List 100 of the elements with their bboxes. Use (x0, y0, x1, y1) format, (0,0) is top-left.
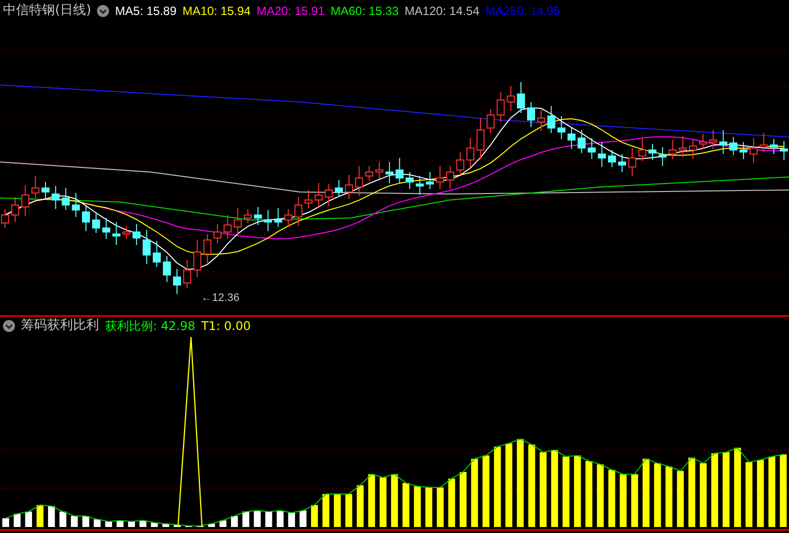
candlestick (355, 166, 364, 196)
candlestick (739, 142, 748, 160)
chart-bar (608, 470, 616, 527)
candlestick (304, 190, 313, 208)
candlestick (62, 188, 70, 210)
candlestick (173, 268, 182, 294)
chart-bar (666, 466, 672, 527)
low-price-label: ←12.36 (201, 291, 240, 306)
chart-bar (82, 516, 90, 527)
candlestick (699, 134, 708, 150)
candlestick (496, 92, 505, 122)
candlestick (375, 162, 384, 180)
chart-bar (265, 512, 272, 527)
chart-bar (150, 522, 158, 527)
candlestick (416, 176, 424, 196)
chart-bar (768, 456, 776, 527)
dropdown-icon[interactable] (3, 320, 15, 332)
chart-bar (642, 458, 650, 527)
dropdown-icon[interactable] (97, 5, 110, 17)
candlestick (274, 208, 282, 228)
candlestick (82, 206, 90, 232)
chart-bar (174, 524, 181, 527)
candlestick (750, 138, 758, 164)
candlestick (42, 182, 50, 200)
chart-bar (25, 512, 32, 527)
chart-bar (654, 463, 661, 527)
chart-bar (562, 456, 570, 527)
candlestick (213, 224, 222, 244)
candlestick (122, 226, 130, 240)
candlestick (719, 130, 728, 154)
candlestick (598, 142, 606, 168)
chart-bar (368, 474, 376, 527)
candlestick (760, 132, 768, 152)
candlestick (52, 186, 60, 210)
chart-bar (402, 483, 410, 527)
candlestick (770, 138, 778, 154)
chart-bar (448, 478, 456, 527)
chart-bar (2, 518, 10, 527)
candlestick (31, 176, 40, 198)
candlestick (436, 166, 444, 190)
candlestick (334, 180, 343, 198)
candlestick (284, 208, 292, 228)
stock-title: 中信特钢(日线) (3, 2, 92, 20)
chart-bar (334, 494, 341, 527)
ma-value: MA120: 14.54 (404, 3, 480, 20)
chart-bar (482, 456, 490, 527)
candlestick (486, 108, 495, 134)
chart-bar (574, 456, 581, 527)
candlestick (506, 86, 515, 112)
candlestick (628, 148, 636, 176)
chart-bar (322, 494, 330, 527)
candlestick (476, 118, 484, 160)
candlestick (578, 130, 586, 154)
chart-bar (380, 478, 386, 527)
candlestick (183, 260, 192, 288)
candlestick (688, 140, 697, 160)
candlestick (547, 106, 556, 134)
candlestick (537, 110, 546, 132)
candlestick (152, 240, 161, 268)
ma-value: MA20: 15.91 (256, 3, 325, 20)
candlestick (234, 208, 242, 236)
chart-bar (414, 486, 421, 527)
candlestick (162, 256, 171, 282)
chart-bar (276, 510, 284, 527)
candlestick (568, 128, 576, 150)
candlestick (588, 138, 596, 160)
candlestick (527, 102, 536, 128)
chart-bar (436, 487, 444, 527)
chart-bar (746, 462, 752, 527)
candlestick (132, 224, 141, 246)
candlestick (516, 82, 525, 114)
chart-bar (700, 463, 707, 527)
candlestick (780, 140, 788, 160)
candlestick (72, 192, 80, 218)
chart-bar (105, 522, 112, 527)
candlestick (314, 182, 323, 208)
candlestick (244, 208, 252, 224)
chart-bar (162, 524, 170, 527)
candlestick (102, 218, 110, 240)
candlestick (648, 144, 656, 160)
candlestick (21, 184, 30, 216)
candlestick (254, 206, 262, 226)
chart-bar (242, 512, 250, 527)
candlestick (112, 222, 120, 246)
candlestick (224, 214, 232, 240)
candlestick (264, 210, 272, 232)
chart-bar (425, 487, 432, 527)
chart-bar (460, 472, 467, 527)
ma-value: MA10: 15.94 (182, 3, 251, 20)
chart-bar (288, 512, 296, 527)
candlestick (142, 230, 151, 264)
candlestick (456, 152, 464, 176)
candlestick (11, 196, 20, 222)
candlestick (385, 162, 394, 184)
candlestick (678, 136, 687, 158)
chart-bar (311, 505, 318, 527)
candlestick (203, 234, 212, 264)
candlestick (638, 138, 646, 162)
candlestick (193, 240, 202, 278)
candlestick (406, 172, 414, 190)
